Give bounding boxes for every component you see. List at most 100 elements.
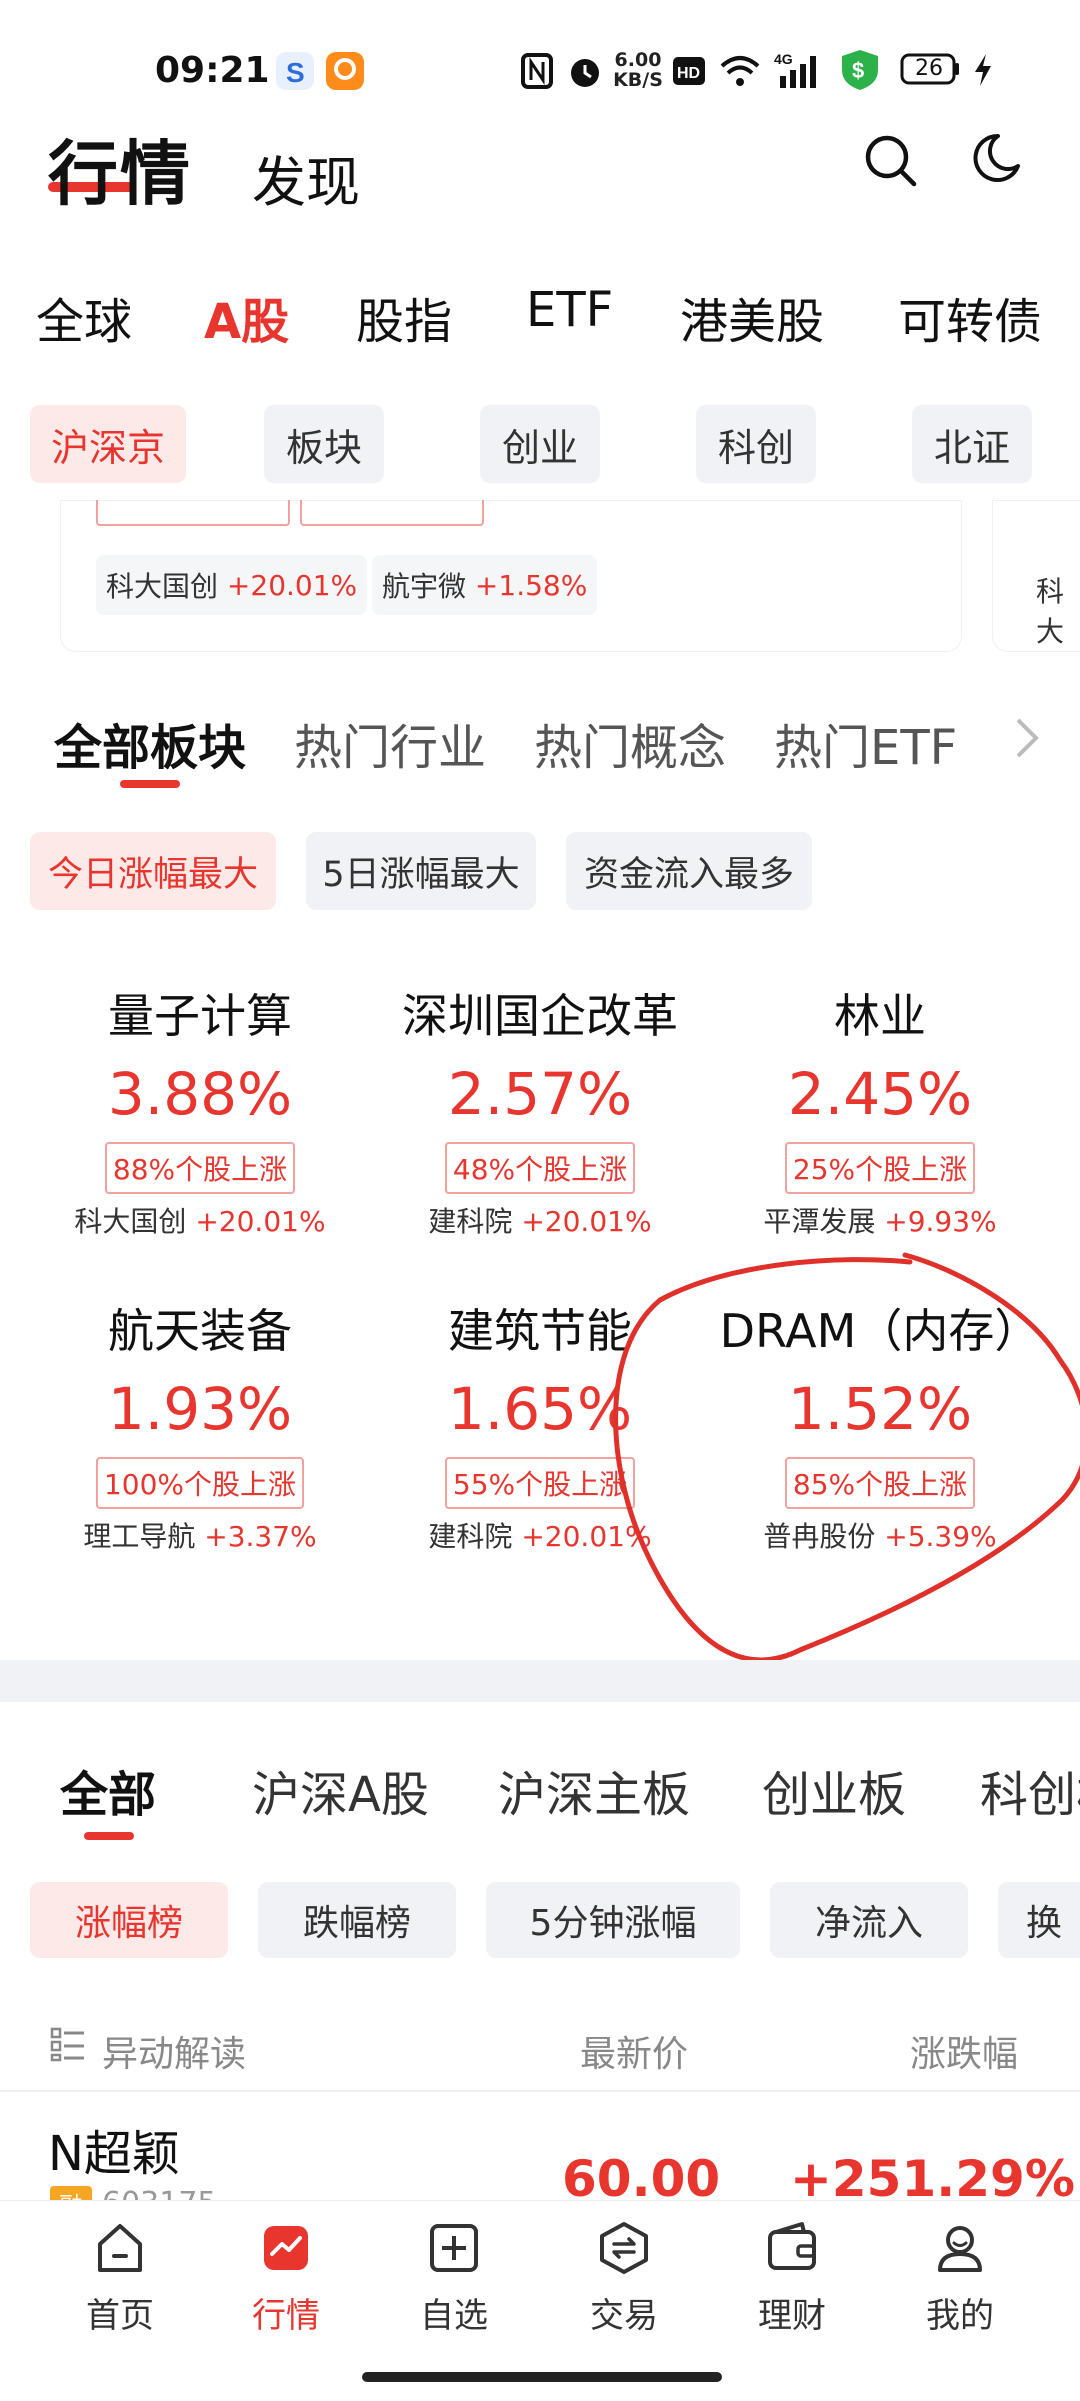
rise-ratio-badge: 100%个股上涨 bbox=[95, 1457, 305, 1509]
sector-name: 建筑节能 bbox=[448, 1304, 632, 1358]
rank-gainers[interactable]: 涨幅榜 bbox=[30, 1882, 228, 1958]
leader-tag-change: +1.58% bbox=[474, 568, 588, 602]
sector-card[interactable]: DRAM（内存） 1.52% 85%个股上涨 普冉股份 +5.39% bbox=[710, 1295, 1050, 1555]
nav-trade-label: 交易 bbox=[590, 2296, 658, 2336]
sort-5day-gain[interactable]: 5日涨幅最大 bbox=[306, 832, 536, 910]
gesture-home-bar[interactable] bbox=[362, 2372, 722, 2382]
table-row[interactable]: N超颖 融 603175 60.00 +251.29% bbox=[0, 2094, 1080, 2204]
sector-change: 1.52% bbox=[787, 1375, 973, 1443]
sector-tab-industry[interactable]: 热门行业 bbox=[294, 708, 486, 778]
leader-tag[interactable]: 航宇微 +1.58% bbox=[372, 555, 598, 615]
rank-5min-gain[interactable]: 5分钟涨幅 bbox=[486, 1882, 740, 1958]
search-icon[interactable] bbox=[862, 132, 918, 192]
night-mode-icon[interactable] bbox=[968, 130, 1024, 190]
sector-card[interactable]: 林业 2.45% 25%个股上涨 平潭发展 +9.93% bbox=[710, 980, 1050, 1240]
discover-tab[interactable]: 发现 bbox=[252, 138, 360, 217]
app-notification-icon: S bbox=[276, 52, 314, 90]
rise-ratio-badge: 55%个股上涨 bbox=[444, 1457, 636, 1509]
sector-card[interactable]: 量子计算 3.88% 88%个股上涨 科大国创 +20.01% bbox=[30, 980, 370, 1240]
chevron-right-icon[interactable] bbox=[1012, 716, 1042, 764]
sort-today-gain[interactable]: 今日涨幅最大 bbox=[30, 832, 276, 910]
stock-tab-all[interactable]: 全部 bbox=[60, 1755, 156, 1825]
nfc-icon bbox=[520, 52, 554, 94]
rank-net-inflow[interactable]: 净流入 bbox=[770, 1882, 968, 1958]
leader-change: +9.93% bbox=[884, 1205, 997, 1238]
sector-leader: 建科院 +20.01% bbox=[370, 1515, 710, 1555]
stock-tab-indicator bbox=[84, 1832, 134, 1840]
leader-change: +20.01% bbox=[195, 1205, 326, 1238]
market-chart-icon bbox=[264, 2226, 308, 2270]
chip-star[interactable]: 科创 bbox=[696, 405, 816, 483]
home-icon bbox=[98, 2224, 142, 2272]
nav-trade[interactable]: 交易 bbox=[564, 2220, 684, 2337]
wallet-icon bbox=[768, 2222, 816, 2270]
stock-price: 60.00 bbox=[562, 2150, 721, 2204]
sector-name: 深圳国企改革 bbox=[402, 989, 678, 1043]
chip-sector[interactable]: 板块 bbox=[264, 405, 384, 483]
hd-icon: HD bbox=[672, 56, 706, 90]
sector-leader: 普冉股份 +5.39% bbox=[710, 1515, 1050, 1555]
leader-name: 建科院 bbox=[428, 1520, 513, 1553]
rank-losers[interactable]: 跌幅榜 bbox=[258, 1882, 456, 1958]
nav-market-label: 行情 bbox=[252, 2296, 320, 2336]
wifi-icon bbox=[718, 52, 762, 92]
stock-tab-hushen-a[interactable]: 沪深A股 bbox=[252, 1755, 429, 1825]
sector-change: 2.57% bbox=[447, 1060, 633, 1128]
column-price[interactable]: 最新价 bbox=[580, 2025, 688, 2077]
leader-tag[interactable]: 科大国创 +20.01% bbox=[96, 555, 368, 615]
market-tab-convertible-bond[interactable]: 可转债 bbox=[898, 282, 1042, 352]
nav-watchlist[interactable]: 自选 bbox=[394, 2220, 514, 2337]
market-tab-global[interactable]: 全球 bbox=[36, 282, 132, 352]
leader-name: 普冉股份 bbox=[763, 1520, 876, 1553]
stock-tab-chinext[interactable]: 创业板 bbox=[762, 1755, 906, 1825]
sector-change: 3.88% bbox=[107, 1060, 293, 1128]
nav-home[interactable]: 首页 bbox=[60, 2220, 180, 2337]
profile-icon bbox=[938, 2226, 982, 2272]
sector-tab-etf[interactable]: 热门ETF bbox=[774, 708, 957, 778]
market-tab-index[interactable]: 股指 bbox=[356, 282, 452, 352]
market-tab-etf[interactable]: ETF bbox=[526, 282, 613, 338]
market-tab-a-share[interactable]: A股 bbox=[204, 282, 289, 352]
sector-card[interactable]: 航天装备 1.93% 100%个股上涨 理工导航 +3.37% bbox=[30, 1295, 370, 1555]
sector-tab-concept[interactable]: 热门概念 bbox=[534, 708, 726, 778]
sector-tab-all[interactable]: 全部板块 bbox=[54, 708, 246, 778]
alarm-icon bbox=[566, 52, 604, 94]
chip-hushenjing[interactable]: 沪深京 bbox=[30, 405, 186, 483]
column-anomaly[interactable]: 异动解读 bbox=[102, 2025, 246, 2077]
nav-market[interactable]: 行情 bbox=[226, 2220, 346, 2337]
svg-text:4G: 4G bbox=[774, 51, 793, 67]
sector-change: 1.65% bbox=[447, 1375, 633, 1443]
chip-chinext[interactable]: 创业 bbox=[480, 405, 600, 483]
column-change[interactable]: 涨跌幅 bbox=[910, 2025, 1018, 2077]
stock-change: +251.29% bbox=[790, 2150, 1075, 2204]
sector-card[interactable]: 建筑节能 1.65% 55%个股上涨 建科院 +20.01% bbox=[370, 1295, 710, 1555]
sector-card[interactable]: 深圳国企改革 2.57% 48%个股上涨 建科院 +20.01% bbox=[370, 980, 710, 1240]
charging-icon bbox=[972, 52, 994, 92]
sector-change: 1.93% bbox=[107, 1375, 293, 1443]
rank-turnover[interactable]: 换 bbox=[998, 1882, 1080, 1958]
market-tab-hk-us[interactable]: 港美股 bbox=[680, 282, 824, 352]
list-icon[interactable] bbox=[50, 2026, 86, 2066]
leader-name: 理工导航 bbox=[83, 1520, 196, 1553]
stock-tab-star[interactable]: 科创板 bbox=[980, 1755, 1080, 1825]
leader-tag-change: +20.01% bbox=[226, 568, 358, 602]
leader-name: 平潭发展 bbox=[763, 1205, 876, 1238]
sector-leader: 建科院 +20.01% bbox=[370, 1200, 710, 1240]
battery-level: 26 bbox=[915, 56, 943, 81]
sector-leader: 科大国创 +20.01% bbox=[30, 1200, 370, 1240]
sector-name: 航天装备 bbox=[108, 1304, 292, 1358]
sort-inflow[interactable]: 资金流入最多 bbox=[566, 832, 812, 910]
nav-wealth[interactable]: 理财 bbox=[732, 2220, 852, 2337]
leader-change: +3.37% bbox=[204, 1520, 317, 1553]
trade-exchange-icon bbox=[600, 2222, 648, 2274]
add-watchlist-icon bbox=[430, 2224, 478, 2272]
chip-bse[interactable]: 北证 bbox=[912, 405, 1032, 483]
security-shield-icon: $ bbox=[840, 48, 880, 96]
sector-name: 林业 bbox=[834, 989, 926, 1043]
sector-name: 量子计算 bbox=[108, 989, 292, 1043]
page-title[interactable]: 行情 bbox=[48, 118, 192, 219]
section-divider bbox=[0, 1660, 1080, 1702]
stock-name: N超颖 bbox=[48, 2126, 180, 2182]
stock-tab-main-board[interactable]: 沪深主板 bbox=[498, 1755, 690, 1825]
nav-me[interactable]: 我的 bbox=[900, 2220, 1020, 2337]
